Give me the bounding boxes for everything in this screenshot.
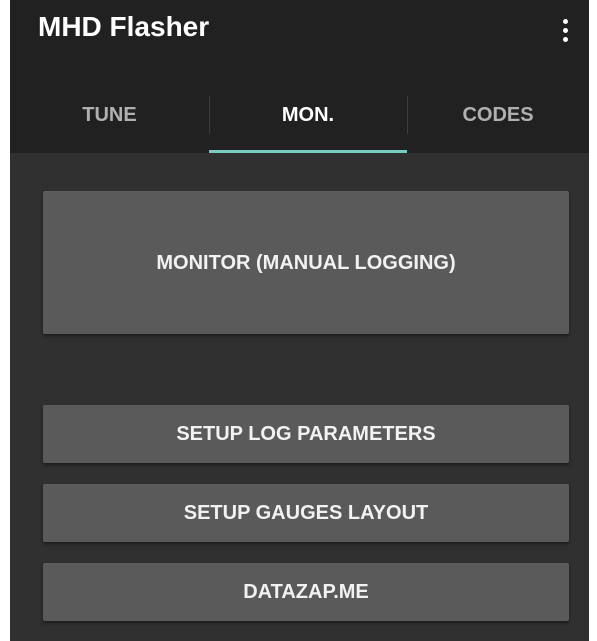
monitor-manual-logging-button[interactable]: MONITOR (MANUAL LOGGING) xyxy=(43,191,569,334)
menu-dot xyxy=(562,27,568,33)
more-vert-icon[interactable] xyxy=(550,10,580,50)
app-screen: MHD Flasher TUNE MON. CODES MONITOR (MAN… xyxy=(10,0,589,641)
datazap-button[interactable]: DATAZAP.ME xyxy=(43,563,569,621)
tab-codes[interactable]: CODES xyxy=(407,78,589,153)
tab-bar: TUNE MON. CODES xyxy=(10,78,589,153)
menu-dot xyxy=(562,36,568,42)
menu-dot xyxy=(562,18,568,24)
app-bar: MHD Flasher TUNE MON. CODES xyxy=(10,0,589,153)
tab-tune[interactable]: TUNE xyxy=(10,78,209,153)
tab-indicator xyxy=(209,150,407,153)
tab-monitor[interactable]: MON. xyxy=(209,78,407,153)
setup-gauges-layout-button[interactable]: SETUP GAUGES LAYOUT xyxy=(43,484,569,542)
setup-log-parameters-button[interactable]: SETUP LOG PARAMETERS xyxy=(43,405,569,463)
app-title: MHD Flasher xyxy=(38,11,210,42)
